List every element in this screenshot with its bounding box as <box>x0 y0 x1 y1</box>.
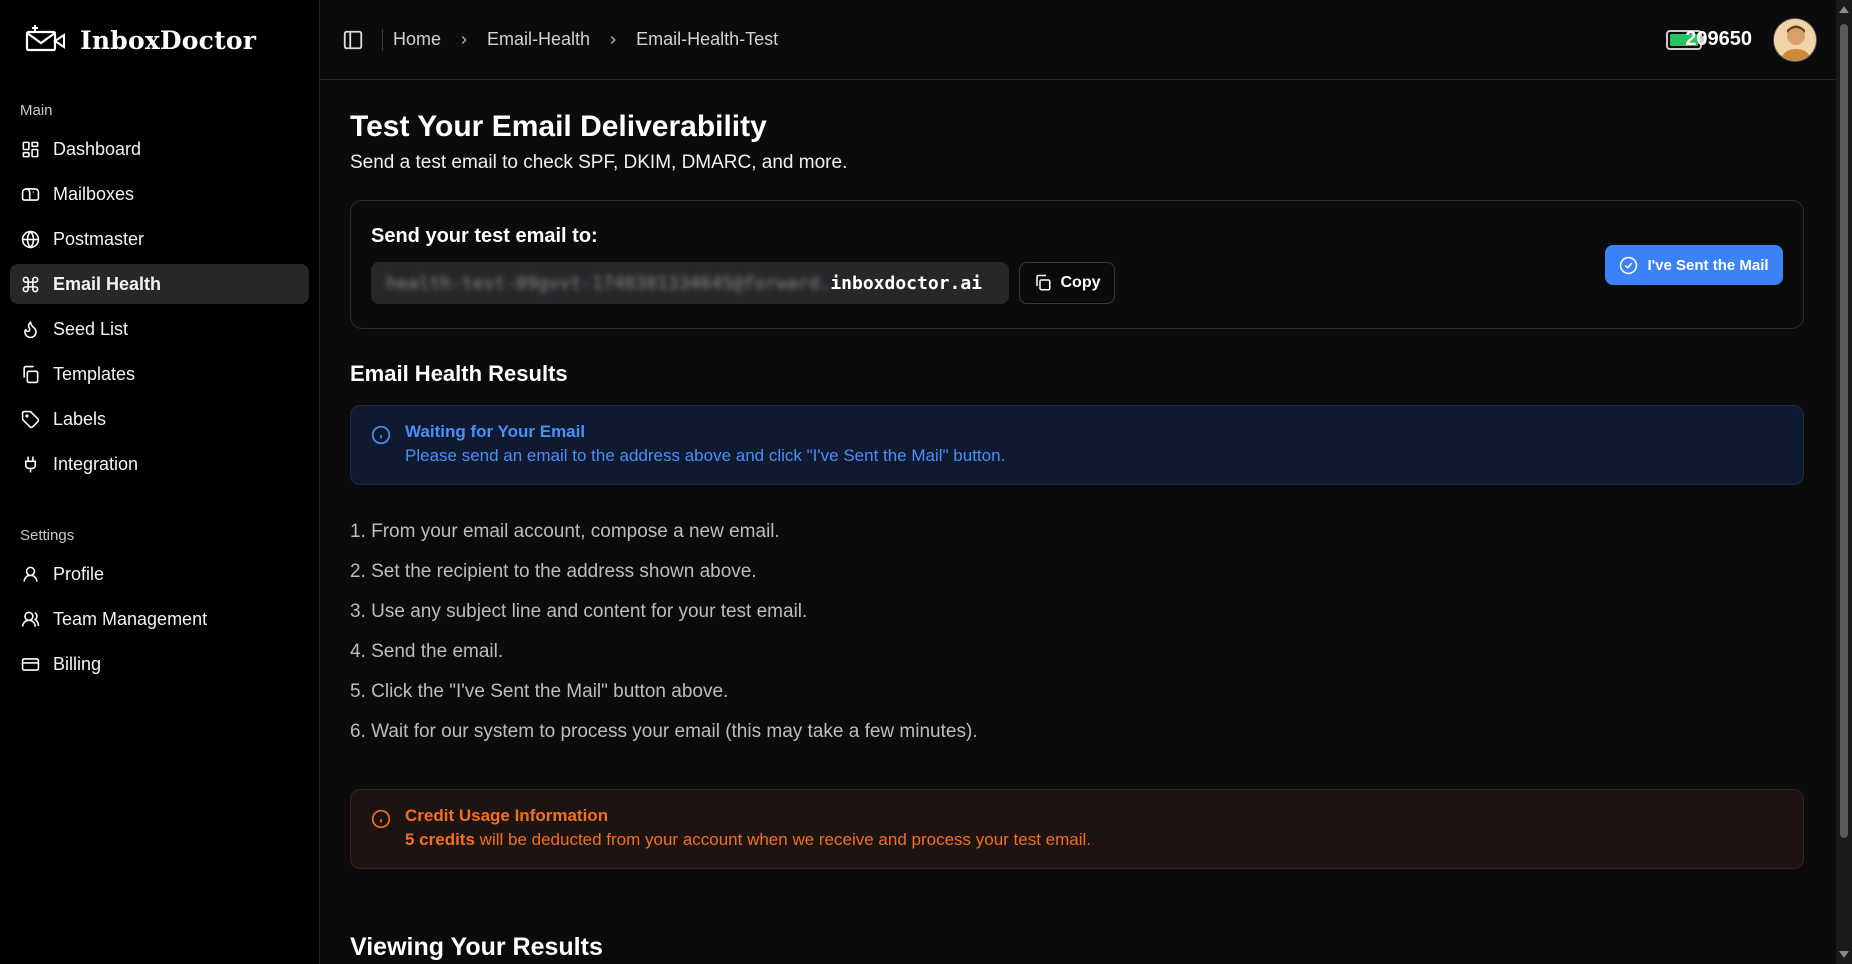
users-icon <box>21 610 40 629</box>
results-title: Email Health Results <box>350 361 568 386</box>
user-icon <box>21 565 40 584</box>
list-item: 3. Use any subject line and content for … <box>350 601 808 622</box>
sidebar-item-label: Mailboxes <box>53 183 135 204</box>
list-item: 1. From your email account, compose a ne… <box>350 521 780 542</box>
section-label-main: Main <box>20 102 53 119</box>
breadcrumb-current: Email-Health-Test <box>636 29 779 49</box>
sidebar-item-label: Dashboard <box>53 138 142 159</box>
chevron-right-icon <box>606 33 620 47</box>
scroll-down-icon[interactable] <box>1839 951 1849 958</box>
brand[interactable]: InboxDoctor <box>10 0 309 80</box>
copy-button[interactable]: Copy <box>1019 262 1115 304</box>
sidebar-item-billing[interactable]: Billing <box>10 644 309 684</box>
flame-icon <box>21 320 40 339</box>
page-body: Test Your Email Deliverability Send a te… <box>320 80 1852 962</box>
sidebar-item-templates[interactable]: Templates <box>10 354 309 394</box>
scrollbar[interactable] <box>1836 0 1852 964</box>
send-label: Send your test email to: <box>371 225 598 247</box>
sent-mail-button[interactable]: I've Sent the Mail <box>1605 245 1783 285</box>
chevron-right-icon <box>457 33 471 47</box>
list-item: 2. Set the recipient to the address show… <box>350 561 757 582</box>
sidebar-item-label: Team Management <box>53 608 208 629</box>
sidebar-item-mailboxes[interactable]: Mailboxes <box>10 174 309 214</box>
copy-icon <box>1035 274 1050 291</box>
sidebar-item-seed-list[interactable]: Seed List <box>10 309 309 349</box>
alert-body: 5 credits will be deducted from your acc… <box>405 830 1091 850</box>
breadcrumb-home[interactable]: Home <box>393 29 441 50</box>
credit-text: will be deducted from your account when … <box>474 830 1092 849</box>
check-circle-icon <box>1620 256 1638 274</box>
credit-alert: Credit Usage Information 5 credits will … <box>350 789 1804 869</box>
section-label-settings: Settings <box>20 527 75 544</box>
command-icon <box>21 275 40 294</box>
address-domain: inboxdoctor.ai <box>830 272 983 294</box>
dashboard-icon <box>21 140 40 159</box>
alert-body: Please send an email to the address abov… <box>405 446 1006 465</box>
sidebar-item-email-health[interactable]: Email Health <box>10 264 309 304</box>
sidebar-item-profile[interactable]: Profile <box>10 554 309 594</box>
waiting-alert: Waiting for Your Email Please send an em… <box>350 405 1804 485</box>
avatar[interactable] <box>1773 18 1817 62</box>
list-item: 5. Click the "I've Sent the Mail" button… <box>350 681 729 702</box>
list-item: 4. Send the email. <box>350 641 504 662</box>
info-icon <box>371 809 391 829</box>
sidebar-item-label: Billing <box>53 653 102 674</box>
sidebar-item-label: Labels <box>53 408 107 429</box>
scroll-up-icon[interactable] <box>1839 6 1849 13</box>
info-icon <box>371 425 391 445</box>
breadcrumb: Home Email-Health Email-Health-Test <box>393 29 778 50</box>
sidebar-item-label: Profile <box>53 563 105 584</box>
plug-icon <box>21 455 40 474</box>
topbar: Home Email-Health Email-Health-Test 2096… <box>320 0 1852 80</box>
page-title: Test Your Email Deliverability <box>350 110 767 143</box>
address-redacted: health-test-09gvvt-1748381334645@forward… <box>386 272 831 294</box>
tag-icon <box>21 410 40 429</box>
sidebar-item-dashboard[interactable]: Dashboard <box>10 129 309 169</box>
list-item: 6. Wait for our system to process your e… <box>350 721 978 742</box>
sidebar-item-label: Templates <box>53 363 136 384</box>
alert-title: Credit Usage Information <box>405 806 609 825</box>
credit-balance: 209650 <box>1685 28 1752 50</box>
sidebar-item-label: Seed List <box>53 318 129 339</box>
sidebar-item-postmaster[interactable]: Postmaster <box>10 219 309 259</box>
mailbox-icon <box>21 185 40 204</box>
credit-amount: 5 credits <box>405 830 475 849</box>
sidebar-item-label: Integration <box>53 453 139 474</box>
sidebar-toggle-icon[interactable] <box>342 29 364 51</box>
brand-name: InboxDoctor <box>80 25 257 55</box>
copy-icon <box>21 365 40 384</box>
sent-mail-label: I've Sent the Mail <box>1647 256 1769 274</box>
sidebar-item-team-management[interactable]: Team Management <box>10 599 309 639</box>
scroll-thumb[interactable] <box>1840 24 1848 838</box>
credit-card-icon <box>21 655 40 674</box>
page-subtitle: Send a test email to check SPF, DKIM, DM… <box>350 152 848 173</box>
sidebar-item-label: Email Health <box>53 273 162 294</box>
viewing-title: Viewing Your Results <box>350 933 603 961</box>
send-test-card: Send your test email to: health-test-09g… <box>350 200 1804 329</box>
sidebar: InboxDoctor Main Dashboard Mailboxes Pos… <box>0 0 320 964</box>
copy-label: Copy <box>1060 274 1101 291</box>
main-content: Home Email-Health Email-Health-Test 2096… <box>320 0 1852 964</box>
sidebar-item-labels[interactable]: Labels <box>10 399 309 439</box>
breadcrumb-email-health[interactable]: Email-Health <box>487 29 590 50</box>
logo-icon <box>25 25 65 52</box>
sidebar-item-label: Postmaster <box>53 228 145 249</box>
divider <box>382 28 383 51</box>
globe-icon <box>21 230 40 249</box>
instructions-list: 1. From your email account, compose a ne… <box>350 521 1802 761</box>
alert-title: Waiting for Your Email <box>405 422 586 441</box>
sidebar-item-integration[interactable]: Integration <box>10 444 309 484</box>
test-address-field[interactable]: health-test-09gvvt-1748381334645@forward… <box>371 262 1009 304</box>
address-row: health-test-09gvvt-1748381334645@forward… <box>371 262 1783 304</box>
